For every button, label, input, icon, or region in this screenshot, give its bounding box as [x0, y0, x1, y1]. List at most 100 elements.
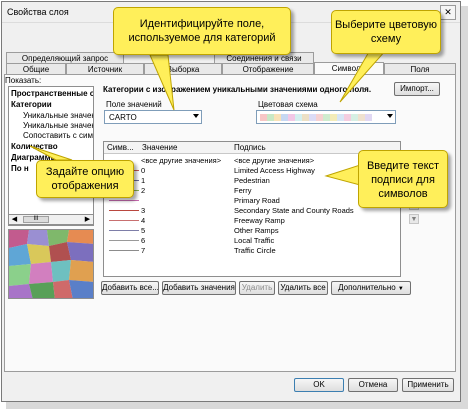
tab-symbology[interactable]: Символы	[314, 62, 384, 74]
import-button[interactable]: Импорт...	[394, 82, 440, 96]
column-symbol[interactable]: Симв...	[107, 143, 134, 152]
tab-source[interactable]: Источник	[66, 63, 144, 74]
move-down-icon[interactable]: ▼	[409, 214, 419, 224]
table-row[interactable]: 3 Secondary State and County Roads	[104, 206, 400, 215]
row-label[interactable]: Local Traffic	[234, 236, 274, 245]
window-title: Свойства слоя	[7, 7, 69, 17]
ramp-swatch	[330, 114, 337, 121]
tree-item-features[interactable]: Пространственные о	[11, 89, 93, 98]
tree-item-match-symbols[interactable]: Сопоставить с симв	[23, 131, 93, 140]
chevron-down-icon[interactable]	[193, 114, 199, 118]
line-symbol[interactable]	[109, 240, 139, 241]
line-symbol[interactable]	[109, 220, 139, 221]
column-label[interactable]: Подпись	[234, 143, 266, 152]
table-header: Симв... Значение Подпись	[104, 142, 400, 154]
color-scheme-label: Цветовая схема	[258, 100, 318, 109]
tree-item-unique-values-many[interactable]: Уникальные значения	[23, 121, 93, 130]
ramp-swatch	[288, 114, 295, 121]
row-label[interactable]: <все другие значения>	[234, 156, 314, 165]
ramp-swatch	[337, 114, 344, 121]
line-symbol[interactable]	[109, 250, 139, 251]
ramp-swatch	[316, 114, 323, 121]
table-row[interactable]: 0 Limited Access Highway	[104, 166, 400, 175]
scroll-left-icon[interactable]: ◀	[10, 215, 19, 224]
value-field-label: Поле значений	[106, 100, 162, 109]
row-value: 1	[141, 176, 146, 185]
callout-display-option: Задайте опцию отображения	[36, 160, 134, 198]
row-label[interactable]: Ferry	[234, 186, 252, 195]
advanced-label: Дополнительно	[338, 283, 396, 292]
tree-horizontal-scrollbar[interactable]: ◀ III ▶	[8, 214, 94, 225]
callout-field: Идентифицируйте поле, используемое для к…	[113, 7, 291, 55]
chevron-down-icon: ▼	[397, 286, 404, 292]
unique-values-table[interactable]: Симв... Значение Подпись <все другие зна…	[103, 141, 401, 277]
row-value: 7	[141, 246, 146, 255]
ok-button[interactable]: OK	[294, 378, 344, 392]
remove-all-button[interactable]: Удалить все	[278, 281, 328, 295]
row-value: 3	[141, 206, 146, 215]
close-icon[interactable]: ✕	[440, 5, 456, 20]
value-field-select[interactable]: CARTO	[104, 110, 202, 124]
table-row[interactable]: 5 Other Ramps	[104, 226, 400, 235]
tree-item-quantities[interactable]: Количество	[11, 142, 58, 151]
renderer-preview-image	[8, 229, 94, 299]
tab-selection[interactable]: Выборка	[144, 63, 222, 74]
row-label[interactable]: Primary Road	[234, 196, 280, 205]
color-ramp-preview	[260, 114, 372, 121]
row-value: 4	[141, 216, 146, 225]
table-row[interactable]: 1 Pedestrian	[104, 176, 400, 185]
table-row[interactable]: 6 Local Traffic	[104, 236, 400, 245]
callout-color-scheme: Выберите цветовую схему	[331, 10, 441, 54]
chevron-down-icon[interactable]	[387, 114, 393, 118]
tab-fields[interactable]: Поля	[384, 63, 456, 74]
add-all-values-button[interactable]: Добавить все...	[101, 281, 159, 295]
color-scheme-select[interactable]	[256, 110, 396, 124]
tree-item-unique-values[interactable]: Уникальные значения	[23, 111, 93, 120]
table-row[interactable]: <все другие значения> <все другие значени…	[104, 156, 400, 165]
row-label[interactable]: Other Ramps	[234, 226, 279, 235]
ramp-swatch	[358, 114, 365, 121]
apply-button[interactable]: Применить	[402, 378, 454, 392]
ramp-swatch	[267, 114, 274, 121]
ramp-swatch	[274, 114, 281, 121]
tab-general[interactable]: Общие	[6, 63, 66, 74]
ramp-swatch	[323, 114, 330, 121]
row-label[interactable]: Pedestrian	[234, 176, 270, 185]
row-label[interactable]: Traffic Circle	[234, 246, 276, 255]
ramp-swatch	[281, 114, 288, 121]
tree-item-categories[interactable]: Категории	[11, 100, 52, 109]
cancel-button[interactable]: Отмена	[348, 378, 398, 392]
table-row[interactable]: 2 Ferry	[104, 186, 400, 195]
renderer-tree[interactable]: Пространственные о Категории Уникальные …	[8, 86, 94, 226]
row-value: <все другие значения>	[141, 156, 222, 165]
add-values-button[interactable]: Добавить значения	[162, 281, 236, 295]
ramp-swatch	[344, 114, 351, 121]
line-symbol[interactable]	[109, 230, 139, 231]
scroll-thumb[interactable]: III	[23, 216, 49, 223]
row-value: 6	[141, 236, 146, 245]
ramp-swatch	[295, 114, 302, 121]
advanced-button[interactable]: Дополнительно ▼	[331, 281, 411, 295]
ramp-swatch	[365, 114, 372, 121]
tab-definition-query[interactable]: Определяющий запрос	[6, 52, 124, 63]
ramp-swatch	[302, 114, 309, 121]
row-label[interactable]: Freeway Ramp	[234, 216, 285, 225]
table-row[interactable]: 4 Freeway Ramp	[104, 216, 400, 225]
tree-item-multiple[interactable]: По н	[11, 164, 29, 173]
line-symbol[interactable]	[109, 200, 139, 201]
row-value: 5	[141, 226, 146, 235]
table-row[interactable]: 7 Traffic Circle	[104, 246, 400, 255]
row-label[interactable]: Limited Access Highway	[234, 166, 315, 175]
line-symbol[interactable]	[109, 210, 139, 211]
row-value: 2	[141, 186, 146, 195]
ramp-swatch	[351, 114, 358, 121]
table-row[interactable]: Primary Road	[104, 196, 400, 205]
column-value[interactable]: Значение	[142, 143, 177, 152]
ramp-swatch	[260, 114, 267, 121]
row-label[interactable]: Secondary State and County Roads	[234, 206, 354, 215]
value-field-value: CARTO	[109, 113, 137, 122]
scroll-right-icon[interactable]: ▶	[83, 215, 92, 224]
row-value: 0	[141, 166, 146, 175]
remove-button[interactable]: Удалить	[239, 281, 275, 295]
tab-display[interactable]: Отображение	[222, 63, 314, 74]
